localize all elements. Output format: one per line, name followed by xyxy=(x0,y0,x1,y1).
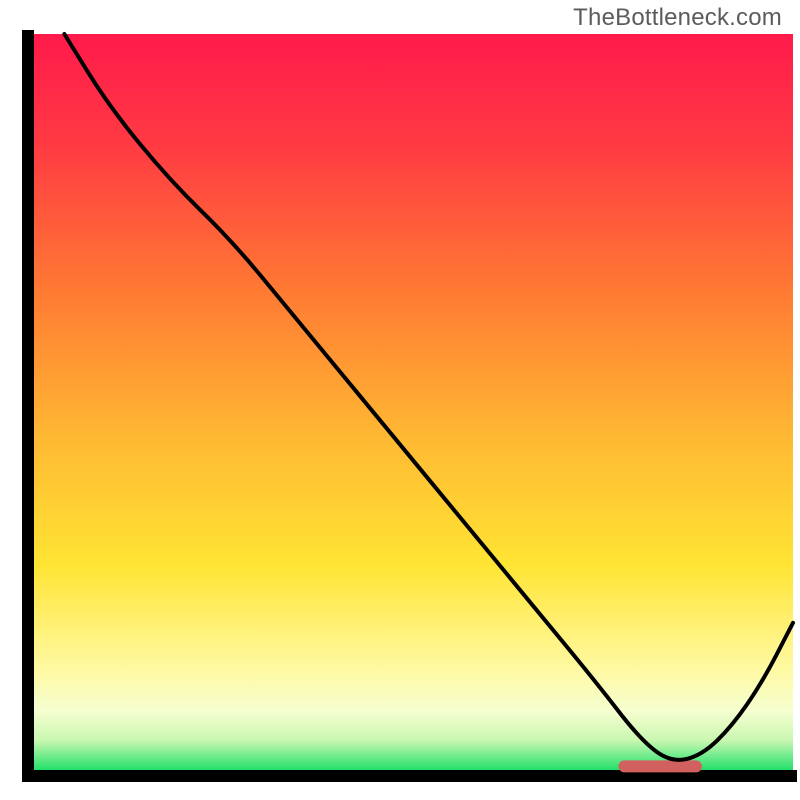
bottleneck-chart xyxy=(0,0,800,800)
watermark-text: TheBottleneck.com xyxy=(573,4,782,32)
y-axis xyxy=(22,30,34,782)
plot-background xyxy=(34,34,793,770)
chart-container: TheBottleneck.com xyxy=(0,0,800,800)
optimal-range-marker xyxy=(618,760,701,772)
